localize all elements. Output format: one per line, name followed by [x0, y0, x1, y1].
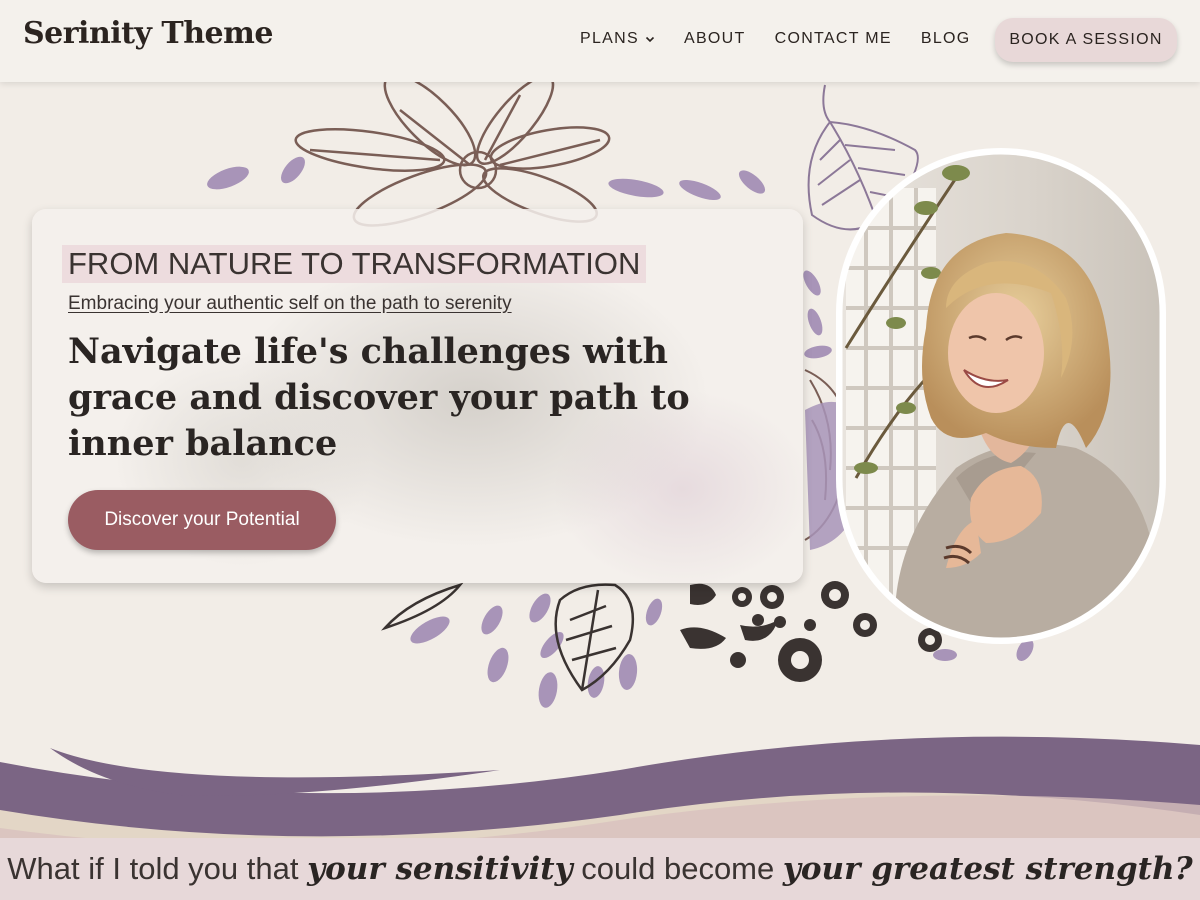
nav-item-plans-label: PLANS — [580, 30, 639, 47]
main-nav: PLANS ABOUT CONTACT ME BLOG — [580, 30, 1000, 48]
hero-headline: Navigate life's challenges with grace an… — [68, 331, 690, 464]
tagline-band: What if I told you that your sensitivity… — [0, 838, 1200, 900]
tagline-text: What if I told you that your sensitivity… — [7, 851, 1192, 887]
wave-divider — [0, 736, 1200, 845]
site-logo[interactable]: Serinity Theme — [23, 16, 273, 51]
hero-eyebrow: FROM NATURE TO TRANSFORMATION — [62, 245, 647, 283]
portrait-image — [836, 148, 1166, 644]
nav-item-plans[interactable]: PLANS — [580, 30, 655, 48]
tagline-part-2: could become — [572, 851, 783, 886]
discover-potential-button[interactable]: Discover your Potential — [68, 490, 336, 550]
nav-item-contact[interactable]: CONTACT ME — [775, 30, 892, 48]
hero-card: FROM NATURE TO TRANSFORMATION Embracing … — [32, 209, 803, 583]
nav-item-about[interactable]: ABOUT — [684, 30, 746, 48]
tagline-emphasis-2: your greatest strength? — [782, 851, 1193, 887]
book-session-button[interactable]: BOOK A SESSION — [995, 18, 1177, 62]
tagline-emphasis-1: your sensitivity — [307, 851, 573, 887]
chevron-down-icon — [645, 36, 655, 43]
nav-item-blog[interactable]: BLOG — [921, 30, 971, 48]
site-header: Serinity Theme PLANS ABOUT CONTACT ME BL… — [0, 0, 1200, 82]
tagline-part-1: What if I told you that — [7, 851, 308, 886]
hero-subline[interactable]: Embracing your authentic self on the pat… — [68, 293, 512, 315]
